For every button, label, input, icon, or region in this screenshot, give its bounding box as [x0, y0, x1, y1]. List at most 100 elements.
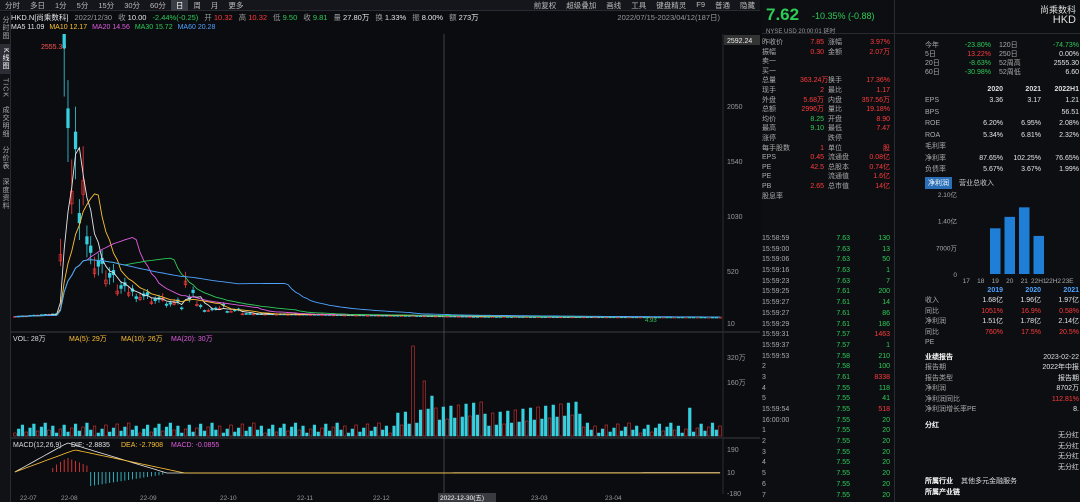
fin-value: 5.67%: [983, 166, 1003, 173]
profit-bar: [1033, 235, 1044, 274]
chart-toolbar: 分时 多日 1分 5分 15分 30分 60分日周月更多 前复权 超级叠加 画线 工具 键盘精灵 F9…: [0, 0, 760, 11]
tick-row: 1 7.55 20: [762, 426, 892, 437]
price-tick: 1540: [727, 159, 743, 166]
low-value: 9.50: [282, 13, 298, 22]
toolbar-item-4[interactable]: 键盘精灵: [651, 0, 691, 11]
candle-info-bar: HKD.N[尚乘数科] 2022/12/30 收 10.00 -2.44%(-0…: [11, 12, 760, 23]
volume-bar: [392, 425, 396, 437]
stat-value2: 14亿: [875, 182, 890, 190]
tick-price: 7.63: [836, 245, 850, 253]
turn-label: 换: [375, 13, 383, 22]
view-tab-4[interactable]: 分价表: [0, 142, 10, 174]
tick-time: 7: [762, 491, 766, 499]
period-tab-6[interactable]: 60分: [145, 0, 171, 11]
fin-value: 3.36: [989, 97, 1003, 104]
stat-value2: [858, 192, 890, 202]
volume-bar: [350, 428, 354, 437]
toolbar-item-2[interactable]: 画线: [601, 0, 626, 11]
price-tick: 520: [727, 269, 739, 276]
xaxis-label: 22-08: [61, 495, 78, 502]
view-tab-2[interactable]: TICK: [2, 74, 9, 102]
candle-body: [191, 289, 195, 293]
tick-price: 7.63: [836, 267, 850, 275]
volume-bar: [346, 432, 351, 437]
volume-bar: [168, 422, 172, 437]
report-value: 112.81%: [1051, 395, 1079, 403]
volume-bar: [312, 424, 316, 437]
toolbar-item-3[interactable]: 工具: [626, 0, 651, 11]
annual-value: 0.58%: [1059, 307, 1079, 315]
volume-bar: [377, 422, 381, 437]
tick-time: 4: [762, 384, 766, 392]
volume-bar: [381, 429, 385, 437]
annual-value: 1051%: [981, 307, 1003, 315]
period-tab-4[interactable]: 15分: [93, 0, 119, 11]
view-tab-0[interactable]: 分时图: [0, 12, 10, 44]
volume-bar: [55, 432, 59, 437]
volume-bar: [426, 408, 430, 437]
volume-bar: [221, 432, 226, 437]
perf-row: 20日 -8.63% 52周高 2555.30: [925, 59, 1079, 68]
perf-value2: -74.73%: [1052, 42, 1079, 49]
view-tab-1[interactable]: K线图: [0, 44, 10, 74]
stat-row: 卖一: [762, 57, 892, 67]
period-tab-0[interactable]: 分时: [0, 0, 25, 11]
toolbar-item-7[interactable]: 隐藏: [735, 0, 760, 11]
period-tab-7[interactable]: 日: [170, 0, 189, 11]
stat-value2: 7.47: [876, 125, 890, 133]
volume-bar: [255, 429, 260, 437]
period-tab-9[interactable]: 月: [206, 0, 224, 11]
period-tab-8[interactable]: 周: [188, 0, 206, 11]
volume-bar: [654, 427, 658, 437]
volume-bar: [176, 425, 180, 437]
candle-body: [225, 311, 229, 313]
view-tab-3[interactable]: 成交明细: [0, 102, 10, 142]
min-price-label: 4.93: [645, 318, 657, 324]
stat-label2: 内盘: [828, 96, 842, 104]
tick-price: 7.55: [836, 406, 850, 413]
bar-x-label: 18: [977, 278, 985, 285]
tick-volume: 118: [878, 384, 890, 392]
stat-value: 0.30: [810, 48, 824, 56]
stats-table: 昨收价 7.85 涨幅 3.97% 振幅 0.30 金额 2.07万 卖一 买一 总量 363.24…: [762, 38, 892, 201]
period-tab-3[interactable]: 5分: [72, 0, 94, 11]
volume-bar: [237, 427, 241, 437]
vol-axis-tick: 160万: [727, 379, 746, 387]
stock-code: HKD.N[尚乘数科]: [11, 13, 69, 22]
stat-label: 总额: [762, 106, 776, 114]
tick-time: 4: [762, 459, 766, 467]
kline-chart[interactable]: 2592.24205015401030520102592.242555.304.…: [11, 34, 760, 502]
tick-price: 7.63: [836, 277, 850, 285]
volume-bar: [464, 403, 468, 437]
annual-row: 净利润 1.51亿 1.78亿 2.14亿: [925, 317, 1079, 328]
bar-x-label: 17: [963, 278, 971, 285]
toolbar-item-0[interactable]: 前复权: [529, 0, 562, 11]
tick-volume: 20: [882, 427, 890, 435]
period-tab-10[interactable]: 更多: [223, 0, 248, 11]
period-tab-1[interactable]: 多日: [25, 0, 50, 11]
volume-bar: [570, 414, 574, 437]
view-tab-5[interactable]: 深度资料: [0, 174, 10, 214]
perf-label2: 52周低: [999, 69, 1021, 76]
volume-bar: [453, 417, 457, 437]
tick-row: 3 7.61 8338: [762, 373, 892, 384]
volume-bar: [138, 432, 142, 437]
volume-bar: [24, 431, 28, 437]
fin-value: 6.20%: [983, 120, 1003, 127]
toolbar-item-5[interactable]: F9: [691, 0, 710, 11]
tick-time: 15:59:25: [762, 288, 790, 296]
period-tab-5[interactable]: 30分: [119, 0, 145, 11]
stat-label2: 最比: [828, 86, 842, 94]
stat-row: 总量 363.24万 换手 17.36%: [762, 76, 892, 86]
volume-bar: [703, 430, 707, 437]
volume-bar: [589, 429, 593, 437]
volume-bar: [445, 418, 449, 437]
stat-label: PE: [762, 173, 772, 181]
toolbar-item-6[interactable]: 普通: [710, 0, 735, 11]
toolbar-item-1[interactable]: 超级叠加: [561, 0, 601, 11]
tick-volume: 518: [878, 406, 890, 413]
report-value: 2022年中报: [1042, 364, 1079, 371]
volume-bar: [267, 428, 271, 437]
period-tab-2[interactable]: 1分: [50, 0, 72, 11]
stat-label: 最高: [762, 125, 776, 133]
